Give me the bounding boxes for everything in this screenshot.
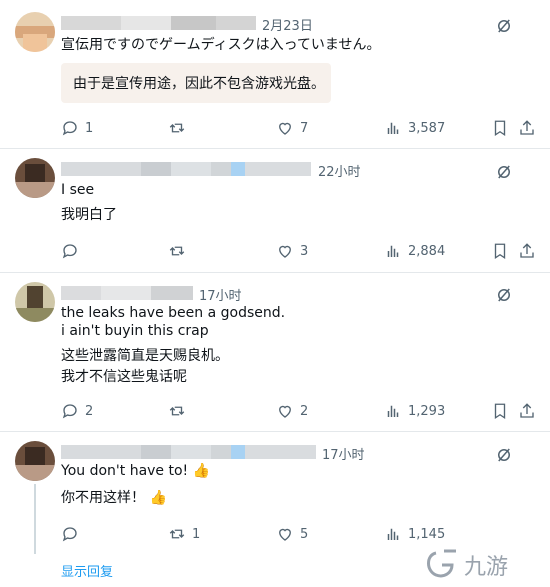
retweet-icon	[169, 406, 185, 416]
view-count: 1,145	[408, 526, 446, 542]
divider	[0, 431, 550, 432]
views-button[interactable]: 3,587	[384, 119, 445, 137]
reply-button[interactable]	[61, 242, 79, 260]
reply-button[interactable]: 2	[61, 402, 93, 420]
tweet-text: 我才不信这些鬼话呢	[61, 369, 187, 385]
grok-icon[interactable]	[495, 446, 513, 464]
show-replies-link[interactable]: 显示回复	[61, 561, 113, 580]
bookmark-button[interactable]	[491, 402, 509, 420]
reply-count: 1	[85, 120, 94, 136]
views-button[interactable]: 1,145	[384, 525, 445, 543]
view-count: 1,293	[408, 403, 446, 419]
bookmark-icon	[494, 120, 506, 137]
tweet-text: the leaks have been a godsend.	[61, 305, 286, 321]
tweet-text: I see	[61, 182, 95, 198]
like-button[interactable]: 7	[276, 119, 308, 137]
avatar[interactable]	[15, 441, 55, 481]
action-bar: 1 5 1,145	[0, 525, 550, 547]
tweet-text: 你不用这样！ 👍	[61, 490, 167, 506]
tweet-time[interactable]: 17小时	[322, 444, 365, 463]
like-count: 5	[300, 526, 309, 542]
heart-icon	[279, 245, 291, 258]
username-redacted	[61, 286, 193, 300]
tweet-time[interactable]: 17小时	[199, 285, 242, 304]
reply-icon	[62, 244, 77, 259]
view-count: 2,884	[408, 243, 446, 259]
like-button[interactable]: 3	[276, 242, 308, 260]
reply-button[interactable]: 1	[61, 119, 93, 137]
username-redacted	[61, 162, 311, 176]
bookmark-button[interactable]	[491, 242, 509, 260]
views-icon	[387, 245, 399, 257]
username-redacted	[61, 16, 256, 30]
avatar[interactable]	[15, 12, 55, 52]
tweet-time[interactable]: 22小时	[318, 161, 361, 180]
action-bar: 2 2 1,293	[0, 402, 550, 424]
tweet-text: 宣伝用ですのでゲームディスクは入っていません。	[61, 37, 381, 53]
views-button[interactable]: 2,884	[384, 242, 445, 260]
reply-icon	[62, 404, 77, 419]
reply-icon	[62, 527, 77, 542]
like-button[interactable]: 2	[276, 402, 308, 420]
bookmark-icon	[494, 243, 506, 260]
grok-icon[interactable]	[495, 17, 513, 35]
tweet-text: You don't have to! 👍	[61, 463, 211, 479]
reply-count: 2	[85, 403, 94, 419]
share-icon	[520, 243, 534, 258]
grok-icon[interactable]	[495, 163, 513, 181]
heart-icon	[279, 528, 291, 541]
like-count: 7	[300, 120, 309, 136]
heart-icon	[279, 405, 291, 418]
share-button[interactable]	[518, 242, 536, 260]
retweet-icon	[169, 529, 185, 539]
retweet-count: 1	[192, 526, 201, 542]
action-bar: 3 2,884	[0, 242, 550, 264]
heart-icon	[279, 122, 291, 135]
retweet-button[interactable]	[168, 242, 186, 260]
reply-icon	[62, 121, 77, 136]
retweet-icon	[169, 246, 185, 256]
share-icon	[520, 120, 534, 135]
avatar[interactable]	[15, 158, 55, 198]
retweet-button[interactable]	[168, 402, 186, 420]
bookmark-button[interactable]	[491, 119, 509, 137]
reply-button[interactable]	[61, 525, 79, 543]
translation-box: 由于是宣传用途，因此不包含游戏光盘。	[61, 63, 331, 103]
tweet-text: 这些泄露简直是天赐良机。	[61, 348, 229, 364]
jiuyou-watermark-logo: 九游	[427, 549, 508, 580]
tweet-text: 我明白了	[61, 207, 117, 223]
retweet-icon	[169, 123, 185, 133]
action-bar: 1 7 3,587	[0, 119, 550, 141]
like-count: 3	[300, 243, 309, 259]
views-button[interactable]: 1,293	[384, 402, 445, 420]
bookmark-icon	[494, 403, 506, 420]
like-button[interactable]: 5	[276, 525, 308, 543]
username-redacted	[61, 445, 316, 459]
watermark-text: 九游	[464, 555, 508, 580]
translation-text: 由于是宣传用途，因此不包含游戏光盘。	[73, 76, 325, 92]
retweet-button[interactable]	[168, 119, 186, 137]
tweet-time[interactable]: 2月23日	[262, 15, 313, 34]
views-icon	[387, 528, 399, 540]
share-icon	[520, 403, 534, 418]
views-icon	[387, 405, 399, 417]
view-count: 3,587	[408, 120, 446, 136]
like-count: 2	[300, 403, 309, 419]
tweet-text: i ain't buyin this crap	[61, 323, 209, 339]
divider	[0, 272, 550, 273]
views-icon	[387, 122, 399, 134]
divider	[0, 148, 550, 149]
grok-icon[interactable]	[495, 286, 513, 304]
avatar[interactable]	[15, 282, 55, 322]
share-button[interactable]	[518, 402, 536, 420]
retweet-button[interactable]: 1	[168, 525, 200, 543]
more-icon[interactable]	[520, 22, 538, 26]
share-button[interactable]	[518, 119, 536, 137]
